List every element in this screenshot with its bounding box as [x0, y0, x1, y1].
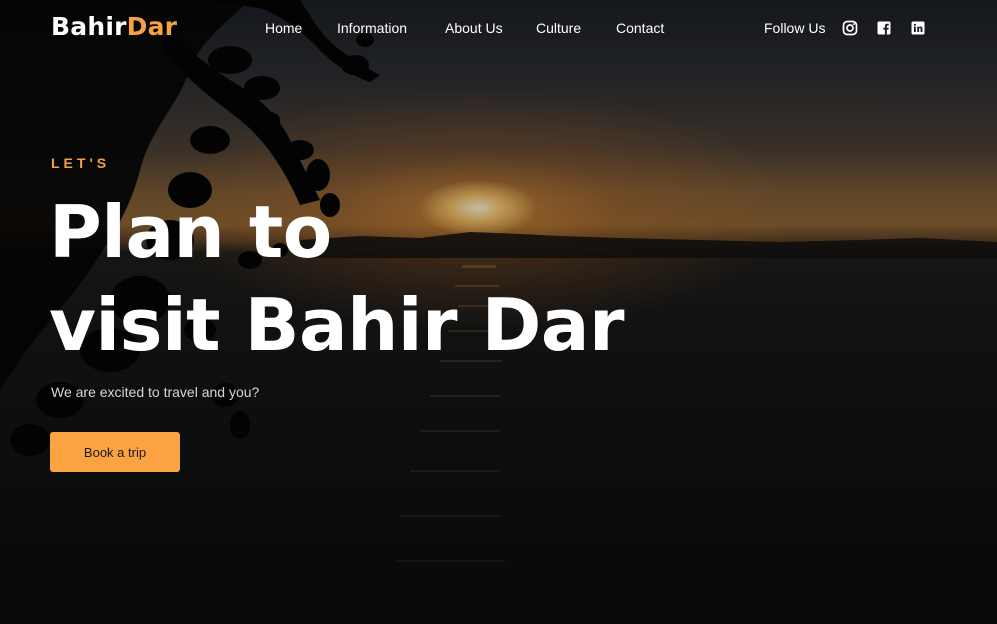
hero-kicker: LET'S: [51, 155, 111, 171]
nav-link-contact[interactable]: Contact: [616, 20, 664, 36]
brand-logo[interactable]: BahirDar: [51, 12, 177, 41]
nav-link-about-us[interactable]: About Us: [445, 20, 503, 36]
follow-us-label: Follow Us: [764, 20, 826, 36]
nav-link-information[interactable]: Information: [337, 20, 407, 36]
facebook-icon[interactable]: [876, 20, 892, 36]
brand-name-accent: Dar: [126, 12, 178, 41]
nav-link-home[interactable]: Home: [265, 20, 302, 36]
hero-subtitle: We are excited to travel and you?: [51, 384, 260, 400]
linkedin-icon[interactable]: [910, 20, 926, 36]
hero-section: BahirDar Home Information About Us Cultu…: [0, 0, 997, 624]
hero-headline-line-1: Plan to: [49, 190, 332, 274]
hero-headline: Plan to visit Bahir Dar: [49, 186, 624, 372]
brand-name-primary: Bahir: [51, 12, 127, 41]
top-navbar: BahirDar Home Information About Us Cultu…: [0, 0, 997, 56]
instagram-icon[interactable]: [842, 20, 858, 36]
hero-headline-line-2: visit Bahir Dar: [49, 283, 624, 367]
nav-link-culture[interactable]: Culture: [536, 20, 581, 36]
book-trip-button[interactable]: Book a trip: [50, 432, 180, 472]
